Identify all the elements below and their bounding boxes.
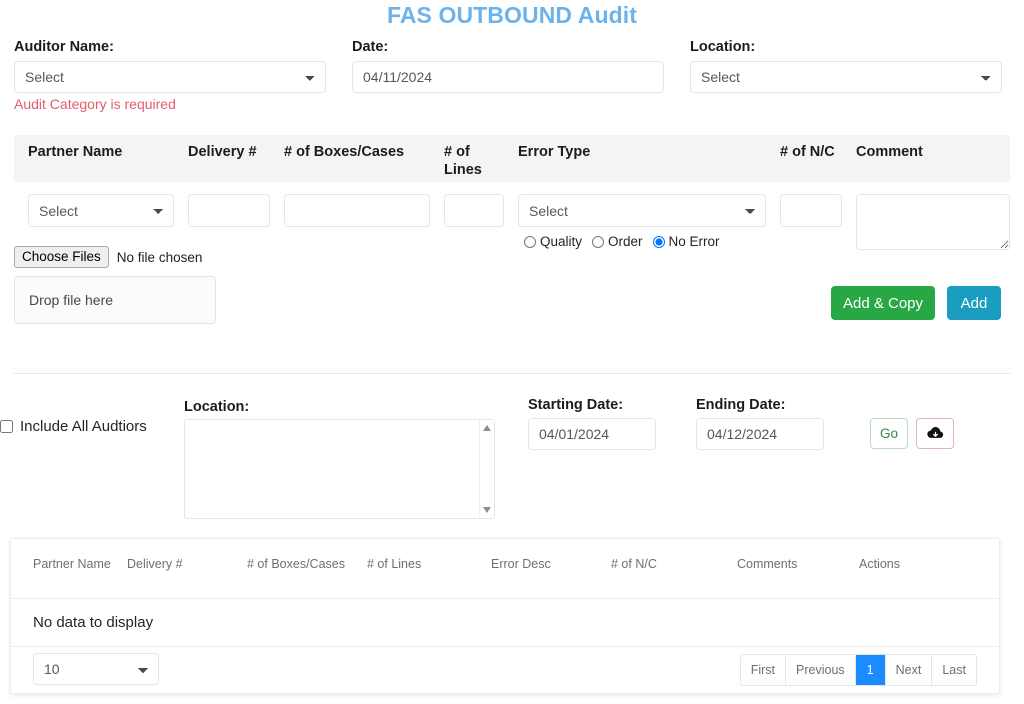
pagination-first[interactable]: First xyxy=(741,655,786,685)
entry-table-row: Select Select Quality xyxy=(14,182,1010,255)
auditor-name-field: Auditor Name: Select xyxy=(14,38,326,93)
radio-order-label: Order xyxy=(608,234,643,249)
results-column-nc: # of N/C xyxy=(611,556,737,598)
pagination-last[interactable]: Last xyxy=(932,655,976,685)
results-column-partner-name: Partner Name xyxy=(11,556,127,598)
starting-date-input[interactable] xyxy=(528,418,656,450)
column-header-delivery: Delivery # xyxy=(174,143,270,182)
include-all-auditors-checkbox[interactable] xyxy=(0,420,13,433)
date-field: Date: xyxy=(352,38,664,93)
download-button[interactable] xyxy=(916,418,954,449)
starting-date-field: Starting Date: xyxy=(528,418,656,450)
entry-table-header: Partner Name Delivery # # of Boxes/Cases… xyxy=(14,135,1010,182)
results-column-lines: # of Lines xyxy=(367,556,491,598)
location-label: Location: xyxy=(690,38,1002,56)
validation-error-message: Audit Category is required xyxy=(14,95,176,113)
location-select[interactable]: Select xyxy=(690,61,1002,93)
results-column-boxes-cases: # of Boxes/Cases xyxy=(247,556,367,598)
pagination: First Previous 1 Next Last xyxy=(740,654,977,686)
ending-date-label: Ending Date: xyxy=(696,396,785,414)
error-type-cell: Select Quality Order No Error xyxy=(504,194,766,255)
radio-quality-label: Quality xyxy=(540,234,582,249)
error-category-radio-group: Quality Order No Error xyxy=(518,234,766,249)
ending-date-field: Ending Date: xyxy=(696,418,824,450)
go-button[interactable]: Go xyxy=(870,418,908,449)
entry-table: Partner Name Delivery # # of Boxes/Cases… xyxy=(14,135,1010,255)
radio-no-error-input[interactable] xyxy=(653,236,665,248)
filter-location-listbox[interactable] xyxy=(184,419,495,519)
section-divider xyxy=(14,373,1010,374)
filter-location-label: Location: xyxy=(184,398,249,416)
radio-no-error-label: No Error xyxy=(669,234,720,249)
auditor-name-select[interactable]: Select xyxy=(14,61,326,93)
audit-page: FAS OUTBOUND Audit Auditor Name: Select … xyxy=(0,0,1024,704)
radio-order[interactable]: Order xyxy=(592,234,643,249)
nc-cell xyxy=(766,194,842,255)
date-input[interactable] xyxy=(352,61,664,93)
ending-date-input[interactable] xyxy=(696,418,824,450)
auditor-name-label: Auditor Name: xyxy=(14,38,326,56)
location-field: Location: Select xyxy=(690,38,1002,93)
column-header-lines: # of Lines xyxy=(430,143,504,182)
column-header-nc: # of N/C xyxy=(766,143,842,182)
boxes-cases-input[interactable] xyxy=(284,194,430,227)
date-label: Date: xyxy=(352,38,664,56)
results-column-error-desc: Error Desc xyxy=(491,556,611,598)
page-size-select[interactable]: 10 xyxy=(33,653,159,685)
results-empty-message: No data to display xyxy=(11,599,999,647)
number-of-nc-input[interactable] xyxy=(780,194,842,227)
radio-quality[interactable]: Quality xyxy=(524,234,582,249)
pagination-page-1[interactable]: 1 xyxy=(856,655,886,685)
no-file-chosen-label: No file chosen xyxy=(117,250,203,265)
scroll-up-arrow-icon[interactable] xyxy=(483,425,491,431)
comment-textarea[interactable] xyxy=(856,194,1010,250)
radio-order-input[interactable] xyxy=(592,236,604,248)
results-column-delivery: Delivery # xyxy=(127,556,247,598)
results-card: Partner Name Delivery # # of Boxes/Cases… xyxy=(10,538,1000,694)
listbox-scrollbar[interactable] xyxy=(479,420,494,518)
file-upload-row: Choose Files No file chosen xyxy=(14,246,202,268)
column-header-partner-name: Partner Name xyxy=(14,143,174,182)
choose-files-button[interactable]: Choose Files xyxy=(14,246,109,268)
column-header-boxes-cases: # of Boxes/Cases xyxy=(270,143,430,182)
radio-quality-input[interactable] xyxy=(524,236,536,248)
boxes-cases-cell xyxy=(270,194,430,255)
results-column-actions: Actions xyxy=(859,556,969,598)
pagination-next[interactable]: Next xyxy=(886,655,933,685)
comment-cell xyxy=(842,194,1010,255)
pagination-previous[interactable]: Previous xyxy=(786,655,856,685)
include-all-auditors-checkbox-wrap[interactable]: Include All Audtiors xyxy=(0,418,147,435)
file-dropzone[interactable]: Drop file here xyxy=(14,276,216,324)
dropzone-label: Drop file here xyxy=(29,292,113,308)
page-title: FAS OUTBOUND Audit xyxy=(0,0,1024,30)
cloud-download-icon xyxy=(927,426,944,441)
column-header-error-type: Error Type xyxy=(504,143,766,182)
add-and-copy-button[interactable]: Add & Copy xyxy=(831,286,935,320)
partner-name-select[interactable]: Select xyxy=(28,194,174,227)
error-type-select[interactable]: Select xyxy=(518,194,766,227)
add-button[interactable]: Add xyxy=(947,286,1001,320)
radio-no-error[interactable]: No Error xyxy=(653,234,720,249)
scroll-down-arrow-icon[interactable] xyxy=(483,507,491,513)
number-of-lines-input[interactable] xyxy=(444,194,504,227)
lines-cell xyxy=(430,194,504,255)
starting-date-label: Starting Date: xyxy=(528,396,623,414)
results-footer: 10 First Previous 1 Next Last xyxy=(11,647,999,693)
results-table-header: Partner Name Delivery # # of Boxes/Cases… xyxy=(11,539,999,599)
column-header-comment: Comment xyxy=(842,143,1010,182)
results-column-comments: Comments xyxy=(737,556,859,598)
delivery-number-input[interactable] xyxy=(188,194,270,227)
include-all-auditors-label: Include All Audtiors xyxy=(20,418,147,435)
